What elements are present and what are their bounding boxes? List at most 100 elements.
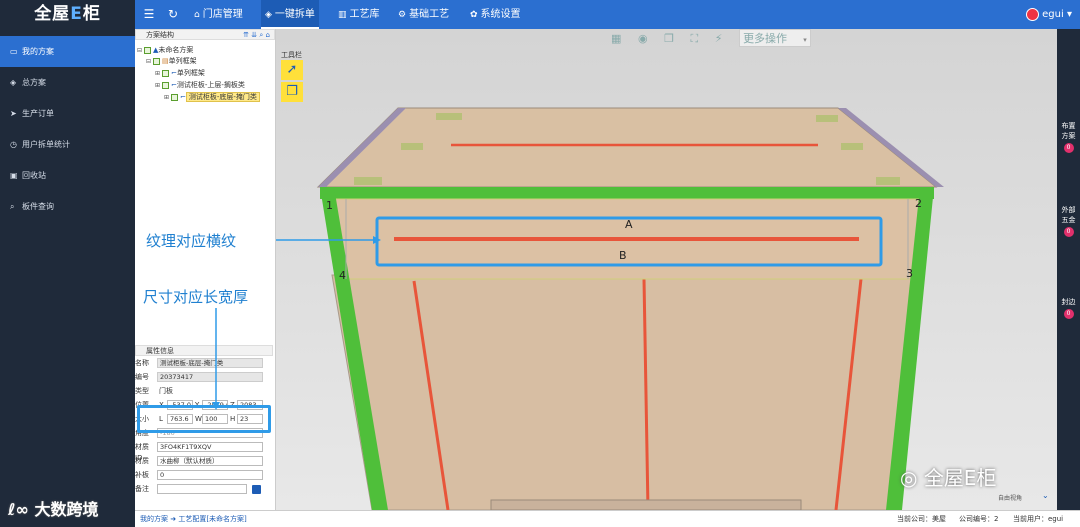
clip <box>354 177 382 185</box>
pointer-tool-icon[interactable]: ➚ <box>281 60 303 80</box>
clip <box>401 143 423 150</box>
expand-icon[interactable]: ⊞ <box>164 93 171 103</box>
edge-field[interactable]: 0 <box>157 470 263 480</box>
breadcrumb-current[interactable]: 工艺配置[未命名方案] <box>178 515 246 523</box>
fullscreen-icon[interactable]: ⛶ <box>691 32 699 46</box>
rail-label: 布置方案 <box>1061 122 1076 140</box>
size-arrow <box>212 308 220 410</box>
tree-node[interactable]: ⊟ ▲未命名方案 <box>137 45 193 56</box>
cabinet-icon[interactable]: ▦ <box>611 32 621 45</box>
collapse-all-icon[interactable]: ⇊ <box>251 31 257 39</box>
library-icon: ▥ <box>338 10 347 20</box>
rail-item-hardware[interactable]: 外部五金 0 <box>1061 205 1076 237</box>
sidebar-item-label: 总方案 <box>22 78 46 87</box>
watermark-right: ◎ 全屋E柜 <box>900 462 996 491</box>
save-icon[interactable] <box>252 485 261 494</box>
refresh-icon[interactable]: ↻ <box>166 7 180 21</box>
material-id-field[interactable]: 3FO4KF1T9XQV <box>157 442 263 452</box>
app-logo[interactable]: 全屋E柜 <box>0 0 135 29</box>
3d-viewport[interactable]: 1 2 3 4 A B ▦ ◉ ❐ ⛶ ⚡ 更多操作 ▾ 工具栏 ➚ ❐ 自由视… <box>276 29 1057 510</box>
tree-tools: ⇈ ⇊ ⌕ ⌂ <box>243 30 270 40</box>
sidebar-item-user-stats[interactable]: ◷ 用户拆单统计 <box>0 129 135 160</box>
checkbox[interactable] <box>162 69 169 77</box>
nav-process-library[interactable]: ▥ 工艺库 <box>334 0 384 29</box>
company-number: 公司编号：2 <box>959 515 999 523</box>
view-toolbar: ▦ ◉ ❐ ⛶ ⚡ 更多操作 ▾ <box>611 29 825 47</box>
toolbar-label: 工具栏 <box>281 51 302 59</box>
chevron-down-icon[interactable]: ⌄ <box>1042 491 1049 500</box>
expand-all-icon[interactable]: ⇈ <box>243 31 249 39</box>
folder-icon: ▤ <box>162 57 169 65</box>
sidebar-item-board-search[interactable]: ⌕ 板件查询 <box>0 191 135 222</box>
nav-system-settings[interactable]: ✿ 系统设置 <box>466 0 525 29</box>
tree-node-selected[interactable]: ⊞ ⌐ 测试柜板-底层-掩门类 <box>164 92 260 103</box>
right-rail: 布置方案 0 外部五金 0 封边 0 <box>1057 29 1080 510</box>
count-badge: 0 <box>1063 309 1074 319</box>
user-menu[interactable]: egui ▾ <box>1026 0 1072 29</box>
more-ops-button[interactable]: 更多操作 ▾ <box>739 29 811 47</box>
chevron-down-icon: ▾ <box>1066 9 1072 20</box>
corner-label-2: 2 <box>915 197 922 210</box>
collapse-icon[interactable]: ⊟ <box>146 57 153 67</box>
monitor-icon: ▭ <box>10 47 18 56</box>
view-mode-label[interactable]: 自由视角 <box>998 493 1022 502</box>
clip <box>816 115 838 122</box>
layers-icon[interactable]: ❐ <box>664 32 674 45</box>
nav-basic-process[interactable]: ⚙ 基础工艺 <box>394 0 453 29</box>
copy-tool-icon[interactable]: ❐ <box>281 82 303 102</box>
count-badge: 0 <box>1063 143 1074 153</box>
status-bar: 我的方案 ➜ 工艺配置[未命名方案] 当前公司：美屋 公司编号：2 当前用户：e… <box>135 510 1080 527</box>
send-icon: ➤ <box>10 109 17 118</box>
target-icon[interactable]: ◉ <box>638 32 648 45</box>
sidebar-item-label: 我的方案 <box>22 47 54 56</box>
edge-label-a: A <box>625 218 633 231</box>
gear-icon: ⚙ <box>398 10 407 20</box>
expand-icon[interactable]: ⊞ <box>155 81 162 91</box>
checkbox[interactable] <box>153 57 160 65</box>
count-badge: 0 <box>1063 227 1074 237</box>
lightning-icon[interactable]: ⚡ <box>715 32 723 45</box>
expand-icon[interactable]: ⊞ <box>155 69 162 79</box>
panel-title: 方案结构 <box>146 31 174 39</box>
tree-node[interactable]: ⊟ ▤单列框架 <box>146 56 197 67</box>
sidebar-item-all-plans[interactable]: ◈ 总方案 <box>0 67 135 98</box>
sidebar-item-production-orders[interactable]: ➤ 生产订单 <box>0 98 135 129</box>
logo-accent: E <box>70 4 83 24</box>
collapse-icon[interactable]: ⊟ <box>137 46 144 56</box>
search-icon[interactable]: ⌕ <box>259 31 263 39</box>
note-field[interactable] <box>157 484 247 494</box>
property-panel-header: 属性信息 <box>135 345 273 356</box>
home-icon: ⌂ <box>194 10 200 20</box>
tree-node[interactable]: ⊞ ⌐单列框架 <box>155 68 205 79</box>
nav-one-click-split[interactable]: ◈ 一键拆单 <box>261 0 319 29</box>
rail-item-edge-banding[interactable]: 封边 0 <box>1061 297 1076 319</box>
sidebar-item-my-plans[interactable]: ▭ 我的方案 <box>0 36 135 67</box>
prop-key: 编号 <box>135 373 149 381</box>
menu-icon[interactable]: ☰ <box>142 7 156 21</box>
tree-node[interactable]: ⊞ ⌐测试柜板-上层-搁板类 <box>155 80 245 91</box>
sidebar-item-recycle-bin[interactable]: ▣ 回收站 <box>0 160 135 191</box>
material-field[interactable]: 水曲柳（默认材质） <box>157 456 263 466</box>
current-user: 当前用户：egui <box>1013 515 1064 523</box>
prop-key: 名称 <box>135 359 149 367</box>
sidebar: ▭ 我的方案 ◈ 总方案 ➤ 生产订单 ◷ 用户拆单统计 ▣ 回收站 ⌕ 板件查询 <box>0 29 135 527</box>
tree-node-label: 未命名方案 <box>158 46 194 54</box>
home-icon[interactable]: ⌂ <box>266 31 270 39</box>
checkbox[interactable] <box>162 81 169 89</box>
nav-store-management[interactable]: ⌂ 门店管理 <box>190 0 247 29</box>
tree-node-label: 单列框架 <box>176 69 205 77</box>
checkbox[interactable] <box>171 93 178 101</box>
size-highlight-box <box>137 405 271 433</box>
sidebar-item-label: 回收站 <box>22 171 46 180</box>
structure-panel-header: 方案结构 ⇈ ⇊ ⌕ ⌂ <box>135 29 275 40</box>
rail-item-layout[interactable]: 布置方案 0 <box>1061 121 1076 153</box>
panel-title: 属性信息 <box>146 347 174 355</box>
checkbox[interactable] <box>144 46 151 54</box>
edge-label-b: B <box>619 249 627 262</box>
rail-label: 外部五金 <box>1061 206 1076 224</box>
annotation-size: 尺寸对应长宽厚 <box>143 288 249 306</box>
breadcrumb: 我的方案 ➜ 工艺配置[未命名方案] <box>140 515 247 523</box>
prop-key: 补板 <box>135 471 149 479</box>
breadcrumb-link[interactable]: 我的方案 <box>140 515 168 523</box>
search-icon: ⌕ <box>10 202 15 211</box>
